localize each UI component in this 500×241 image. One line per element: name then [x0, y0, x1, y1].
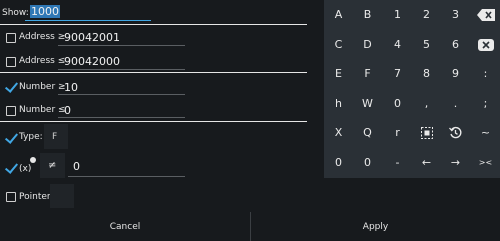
operator-select[interactable]: ≠ [40, 153, 65, 178]
key-h[interactable]: h [324, 89, 353, 118]
clear-key[interactable] [471, 30, 500, 59]
keyboard: A B 1 2 3 C D 4 5 6 E F 7 8 9 : h W 0 , … [324, 0, 500, 178]
key-f[interactable]: F [353, 59, 382, 88]
key-1[interactable]: 1 [383, 0, 412, 29]
address-ge-checkbox[interactable] [6, 33, 16, 43]
pointer-label: Pointer: [19, 192, 54, 202]
number-le-label: Number ≤ [19, 105, 66, 115]
history-key[interactable] [441, 118, 470, 147]
key-colon[interactable]: : [471, 59, 500, 88]
type-select-value: F [52, 132, 58, 142]
address-ge-label: Address ≥ [19, 32, 66, 42]
key-3[interactable]: 3 [441, 0, 470, 29]
address-le-label: Address ≤ [19, 56, 66, 66]
operator-value: ≠ [48, 160, 57, 171]
cancel-button[interactable]: Cancel [0, 212, 250, 241]
number-ge-underline [58, 94, 185, 95]
key-4[interactable]: 4 [383, 30, 412, 59]
expr-value-input[interactable]: 0 [73, 160, 80, 173]
key-e[interactable]: E [324, 59, 353, 88]
type-checkbox[interactable] [6, 133, 16, 143]
select-key[interactable] [412, 118, 441, 147]
key-w[interactable]: W [353, 89, 382, 118]
key-9[interactable]: 9 [441, 59, 470, 88]
number-ge-label: Number ≥ [19, 82, 66, 92]
address-le-input[interactable]: 90042000 [64, 55, 120, 68]
number-ge-checkbox[interactable] [6, 82, 16, 92]
key-c[interactable]: C [324, 30, 353, 59]
type-select[interactable]: F [44, 124, 68, 149]
key-d[interactable]: D [353, 30, 382, 59]
key-8[interactable]: 8 [412, 59, 441, 88]
arrow-right-key[interactable]: → [441, 148, 470, 177]
apply-button[interactable]: Apply [251, 212, 500, 241]
key-x[interactable]: X [324, 118, 353, 147]
show-input[interactable]: 1000 [30, 5, 60, 18]
type-label: Type: [19, 132, 43, 142]
address-ge-underline [58, 45, 185, 46]
backspace-icon [476, 8, 495, 21]
address-le-underline [58, 69, 185, 70]
expr-label: (x) [19, 164, 32, 174]
key-tilde[interactable]: ~ [471, 118, 500, 147]
key-6[interactable]: 6 [441, 30, 470, 59]
divider-lower [0, 121, 307, 122]
key-a[interactable]: A [324, 0, 353, 29]
select-icon [420, 126, 433, 139]
key-5[interactable]: 5 [412, 30, 441, 59]
divider-middle [0, 72, 307, 73]
backspace-key[interactable] [471, 0, 500, 29]
pointer-select[interactable] [50, 184, 74, 208]
key-zero-b[interactable]: 0 [353, 148, 382, 177]
key-2[interactable]: 2 [412, 0, 441, 29]
expr-checkbox[interactable] [6, 163, 16, 173]
key-r[interactable]: r [383, 118, 412, 147]
divider-top [0, 24, 307, 25]
info-icon[interactable] [30, 157, 36, 163]
history-icon [449, 126, 462, 139]
key-semicolon[interactable]: ; [471, 89, 500, 118]
key-0[interactable]: 0 [383, 89, 412, 118]
clear-icon [477, 38, 494, 51]
address-ge-input[interactable]: 90042001 [64, 31, 120, 44]
key-period[interactable]: . [441, 89, 470, 118]
key-7[interactable]: 7 [383, 59, 412, 88]
show-label: Show: [2, 8, 29, 18]
collapse-keyboard-key[interactable]: >< [471, 148, 500, 177]
key-zero-a[interactable]: 0 [324, 148, 353, 177]
number-ge-input[interactable]: 10 [64, 81, 78, 94]
key-q[interactable]: Q [353, 118, 382, 147]
show-input-underline [25, 20, 151, 21]
key-minus[interactable]: - [383, 148, 412, 177]
key-comma[interactable]: , [412, 89, 441, 118]
arrow-left-key[interactable]: ← [412, 148, 441, 177]
number-le-input[interactable]: 0 [64, 104, 71, 117]
number-le-checkbox[interactable] [6, 106, 16, 116]
address-le-checkbox[interactable] [6, 57, 16, 67]
number-le-underline [58, 117, 185, 118]
pointer-checkbox[interactable] [6, 192, 16, 202]
key-b[interactable]: B [353, 0, 382, 29]
expr-underline [68, 176, 185, 177]
